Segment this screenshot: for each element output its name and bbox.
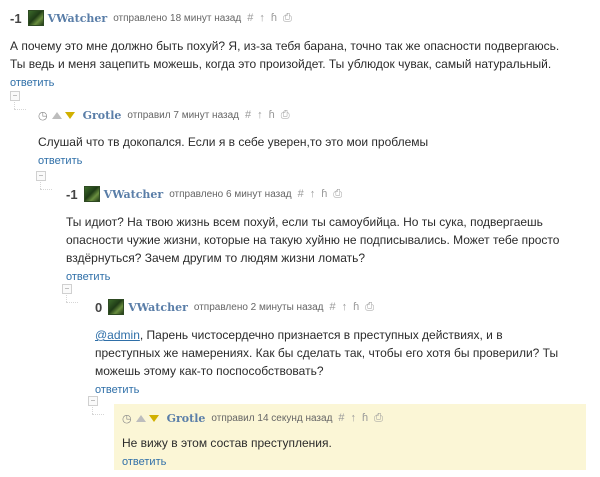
comment-text: Ты идиот? На твою жизнь всем похуй, если…	[66, 215, 560, 265]
collapse-toggle[interactable]	[10, 91, 20, 101]
collapse-toggle[interactable]	[36, 171, 46, 181]
vote-up-icon[interactable]	[51, 111, 62, 119]
clock-icon: ◷	[38, 109, 48, 122]
collapse-toggle[interactable]	[62, 284, 72, 294]
thread-line	[40, 189, 52, 190]
save-icon[interactable]: ⎙	[281, 109, 290, 121]
save-icon[interactable]: ⎙	[365, 301, 374, 313]
reply-link[interactable]: ответить	[10, 77, 54, 89]
avatar[interactable]	[108, 299, 125, 315]
comment-header: ◷ Grotle отправил 7 минут назад # ↑ ɦ ⎙	[38, 105, 588, 125]
comment: 0 VWatcher отправлено 2 минуты назад # ↑…	[95, 297, 590, 398]
reply-link[interactable]: ответить	[95, 384, 139, 396]
thread-line	[14, 109, 26, 110]
reply-link[interactable]: ответить	[66, 271, 110, 283]
comment-time: отправил 7 минут назад	[127, 109, 240, 121]
save-icon[interactable]: ⎙	[374, 412, 383, 424]
comment-score: 0	[95, 299, 103, 315]
comment: -1 VWatcher отправлено 6 минут назад # ↑…	[66, 184, 586, 285]
comment-time: отправил 14 секунд назад	[211, 412, 333, 424]
reply-link[interactable]: ответить	[122, 456, 166, 468]
arrow-up-icon[interactable]: ↑	[257, 109, 263, 121]
comment: -1 VWatcher отправлено 18 минут назад # …	[10, 8, 590, 91]
thread-line	[66, 302, 78, 303]
comment-score: -1	[66, 186, 78, 202]
comment-header: 0 VWatcher отправлено 2 минуты назад # ↑…	[95, 297, 590, 317]
mention-link[interactable]: @admin	[95, 328, 140, 342]
clock-icon: ◷	[122, 412, 132, 425]
arrow-up-icon[interactable]: ↑	[342, 301, 348, 313]
arrow-up-icon[interactable]: ↑	[351, 412, 357, 424]
comment-header: -1 VWatcher отправлено 6 минут назад # ↑…	[66, 184, 586, 204]
avatar[interactable]	[27, 10, 44, 26]
comment-time: отправлено 18 минут назад	[113, 12, 242, 24]
comment-author[interactable]: VWatcher	[128, 301, 188, 314]
comment-header: ◷ Grotle отправил 14 секунд назад # ↑ ɦ …	[122, 408, 586, 428]
comment-text-body: , Парень чистосердечно признается в прес…	[95, 328, 559, 378]
arrow-up-icon[interactable]: ↑	[310, 188, 316, 200]
reply-link[interactable]: ответить	[38, 155, 82, 167]
comment-highlighted: ◷ Grotle отправил 14 секунд назад # ↑ ɦ …	[114, 404, 586, 470]
thread-line	[92, 414, 104, 415]
comment-text: А почему это мне должно быть похуй? Я, и…	[10, 39, 560, 71]
comment-time: отправлено 6 минут назад	[169, 188, 292, 200]
thread-icon[interactable]: ɦ	[269, 109, 275, 121]
vote-up-icon[interactable]	[135, 414, 146, 422]
thread-icon[interactable]: ɦ	[362, 412, 368, 424]
avatar[interactable]	[83, 186, 100, 202]
hash-icon[interactable]: #	[330, 301, 336, 313]
comment-text: Не вижу в этом состав преступления.	[122, 436, 332, 450]
hash-icon[interactable]: #	[247, 12, 253, 24]
comment-text: @admin, Парень чистосердечно признается …	[95, 326, 570, 380]
comment-author[interactable]: Grotle	[167, 412, 206, 425]
comment-author[interactable]: VWatcher	[48, 12, 108, 25]
hash-icon[interactable]: #	[338, 412, 344, 424]
vote-down-icon[interactable]	[64, 111, 75, 119]
comment-time: отправлено 2 минуты назад	[193, 301, 324, 313]
arrow-up-icon[interactable]: ↑	[259, 12, 265, 24]
save-icon[interactable]: ⎙	[283, 12, 292, 24]
comment-score: -1	[10, 10, 22, 26]
vote-down-icon[interactable]	[148, 414, 159, 422]
hash-icon[interactable]: #	[245, 109, 251, 121]
hash-icon[interactable]: #	[298, 188, 304, 200]
comment: ◷ Grotle отправил 7 минут назад # ↑ ɦ ⎙ …	[38, 105, 588, 169]
comment-author[interactable]: Grotle	[83, 109, 122, 122]
comment-text: Слушай что тв докопался. Если я в себе у…	[38, 135, 429, 149]
thread-icon[interactable]: ɦ	[353, 301, 359, 313]
comment-header: -1 VWatcher отправлено 18 минут назад # …	[10, 8, 590, 28]
thread-icon[interactable]: ɦ	[271, 12, 277, 24]
thread-icon[interactable]: ɦ	[321, 188, 327, 200]
comment-author[interactable]: VWatcher	[104, 188, 164, 201]
save-icon[interactable]: ⎙	[333, 188, 342, 200]
